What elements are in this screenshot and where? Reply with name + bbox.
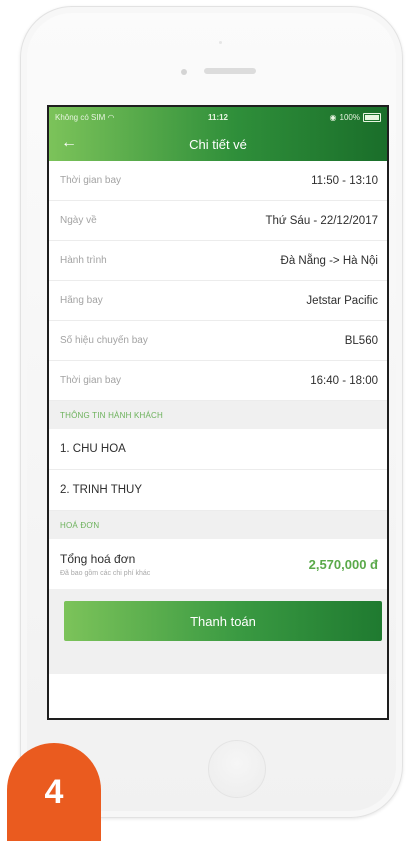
pay-button[interactable]: Thanh toán <box>64 601 382 641</box>
front-camera <box>181 69 187 75</box>
step-number-badge: 4 <box>7 743 101 841</box>
invoice-note: Đã bao gồm các chi phí khác <box>60 569 151 577</box>
passenger-item: 2. TRINH THUY <box>49 470 387 511</box>
battery-icon <box>363 112 381 122</box>
invoice-total-label: Tổng hoá đơn <box>60 551 136 566</box>
detail-value: Đà Nẵng -> Hà Nội <box>280 254 378 267</box>
detail-label: Thời gian bay <box>60 375 122 386</box>
detail-value: 16:40 - 18:00 <box>310 374 378 387</box>
invoice-total-row: Tổng hoá đơn Đã bao gồm các chi phí khác… <box>49 539 387 589</box>
earpiece-speaker <box>204 68 256 74</box>
passenger-section-header: THÔNG TIN HÀNH KHÁCH <box>49 401 387 429</box>
detail-row-return-time: Thời gian bay 16:40 - 18:00 <box>49 361 387 401</box>
app-header: ← Chi tiết vé <box>49 127 387 161</box>
detail-value: Jetstar Pacific <box>306 294 378 307</box>
payment-area: Thanh toán <box>49 589 387 674</box>
detail-value: BL560 <box>344 334 378 347</box>
status-bar: Không có SIM ◠ 11:12 ◉ 100% <box>49 107 387 127</box>
invoice-total-value: 2,570,000 đ <box>308 556 378 572</box>
home-button[interactable] <box>208 740 266 798</box>
passenger-item: 1. CHU HOA <box>49 429 387 470</box>
invoice-label-group: Tổng hoá đơn Đã bao gồm các chi phí khác <box>60 552 150 577</box>
detail-label: Hành trình <box>60 255 107 266</box>
detail-label: Ngày về <box>60 215 97 226</box>
detail-label: Thời gian bay <box>60 175 122 186</box>
detail-label: Số hiệu chuyến bay <box>60 335 148 346</box>
detail-row-airline: Hãng bay Jetstar Pacific <box>49 281 387 321</box>
flight-details: Thời gian bay 11:50 - 13:10 Ngày về Thứ … <box>49 161 387 401</box>
phone-sensor <box>219 41 222 44</box>
detail-label: Hãng bay <box>60 295 103 306</box>
detail-value: Thứ Sáu - 22/12/2017 <box>265 214 378 227</box>
detail-row-return-date: Ngày về Thứ Sáu - 22/12/2017 <box>49 201 387 241</box>
invoice-section-header: HOÁ ĐƠN <box>49 511 387 539</box>
detail-row-route: Hành trình Đà Nẵng -> Hà Nội <box>49 241 387 281</box>
detail-value: 11:50 - 13:10 <box>311 174 378 187</box>
detail-row-departure-time: Thời gian bay 11:50 - 13:10 <box>49 161 387 201</box>
detail-row-flight-number: Số hiệu chuyến bay BL560 <box>49 321 387 361</box>
status-time: 11:12 <box>207 112 229 122</box>
back-arrow-icon[interactable]: ← <box>61 135 77 151</box>
page-title: Chi tiết vé <box>189 136 247 152</box>
app-screen: Không có SIM ◠ 11:12 ◉ 100% ← Chi tiết v… <box>47 105 389 720</box>
